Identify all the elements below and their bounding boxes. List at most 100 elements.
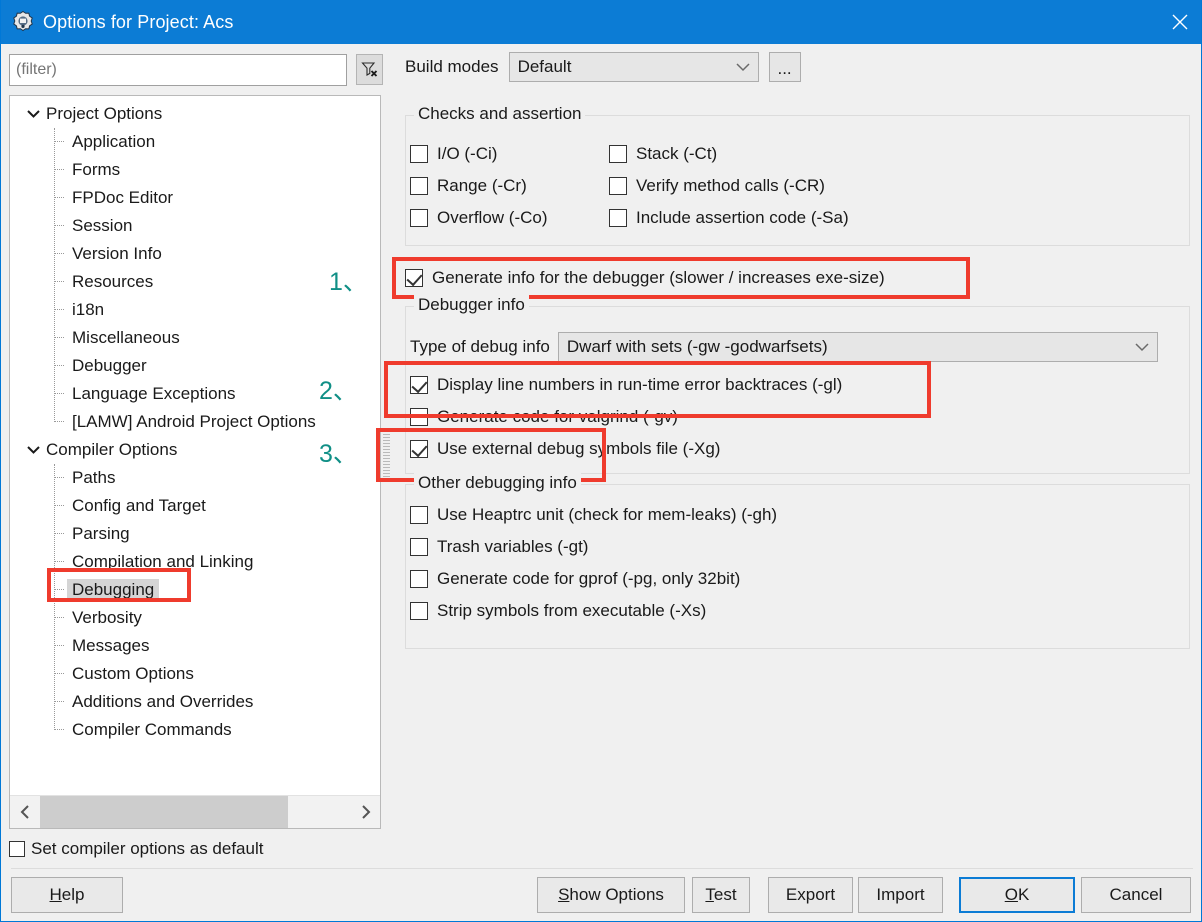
tree-scroll-track[interactable] — [40, 796, 350, 828]
check-verify-method-calls-cr-row[interactable]: Verify method calls (-CR) — [609, 170, 849, 202]
other-use-heaptrc-unit-check-for-mem-leaks-gh-checkbox[interactable] — [410, 506, 428, 524]
check-overflow-co-label: Overflow (-Co) — [437, 208, 548, 228]
sidebar-item-fpdoc-editor[interactable]: FPDoc Editor — [10, 184, 380, 212]
chevron-down-icon[interactable] — [26, 107, 40, 121]
check-include-assertion-code-sa-checkbox[interactable] — [609, 209, 627, 227]
help-button[interactable]: Help — [11, 877, 123, 913]
sidebar-item-label: Miscellaneous — [72, 328, 180, 348]
sidebar-item-label: Compilation and Linking — [72, 552, 253, 572]
tree-horizontal-scrollbar[interactable] — [10, 795, 380, 828]
show-options-accel: S — [558, 885, 569, 904]
dbg-use-external-debug-symbols-file-xg-checkbox[interactable] — [410, 440, 428, 458]
panel-splitter-grip[interactable] — [383, 428, 390, 482]
check-overflow-co-row[interactable]: Overflow (-Co) — [410, 202, 548, 234]
sidebar-item-lamw-android-project-options[interactable]: [LAMW] Android Project Options — [10, 408, 380, 436]
check-stack-ct-checkbox[interactable] — [609, 145, 627, 163]
other-generate-code-for-gprof-pg-only-32bit-checkbox[interactable] — [410, 570, 428, 588]
generate-debug-info-row[interactable]: Generate info for the debugger (slower /… — [405, 262, 885, 294]
check-include-assertion-code-sa-row[interactable]: Include assertion code (-Sa) — [609, 202, 849, 234]
set-compiler-default-label: Set compiler options as default — [31, 839, 263, 859]
other-trash-variables-gt-checkbox[interactable] — [410, 538, 428, 556]
sidebar-item-config-and-target[interactable]: Config and Target — [10, 492, 380, 520]
tree-branch-dash — [54, 169, 64, 170]
sidebar-item-forms[interactable]: Forms — [10, 156, 380, 184]
funnel-clear-icon[interactable] — [356, 54, 383, 85]
sidebar-item-resources[interactable]: Resources — [10, 268, 380, 296]
ok-button[interactable]: OK — [959, 877, 1075, 913]
help-accel: H — [50, 885, 62, 904]
sidebar-item-label: Debugger — [72, 356, 147, 376]
sidebar-item-i18n[interactable]: i18n — [10, 296, 380, 324]
sidebar-item-additions-and-overrides[interactable]: Additions and Overrides — [10, 688, 380, 716]
type-of-debug-info-select[interactable]: Dwarf with sets (-gw -godwarfsets) — [558, 332, 1158, 362]
chevron-right-icon[interactable] — [350, 796, 380, 828]
check-overflow-co-checkbox[interactable] — [410, 209, 428, 227]
build-modes-row: Build modes Default ... — [405, 52, 801, 82]
generate-debug-info-label: Generate info for the debugger (slower /… — [432, 268, 885, 288]
chevron-down-icon — [1135, 337, 1149, 357]
tree-branch-dash — [54, 197, 64, 198]
dbg-display-line-numbers-in-run-time-error-bac-row[interactable]: Display line numbers in run-time error b… — [410, 369, 842, 401]
sidebar-item-compilation-and-linking[interactable]: Compilation and Linking — [10, 548, 380, 576]
annotation-number-2: 2、 — [319, 371, 358, 407]
build-modes-more-button[interactable]: ... — [769, 52, 801, 82]
sidebar-item-verbosity[interactable]: Verbosity — [10, 604, 380, 632]
sidebar-item-version-info[interactable]: Version Info — [10, 240, 380, 268]
filter-input[interactable] — [9, 54, 347, 86]
show-options-label: how Options — [569, 885, 664, 904]
check-include-assertion-code-sa-label: Include assertion code (-Sa) — [636, 208, 849, 228]
generate-debug-info-checkbox[interactable] — [405, 269, 423, 287]
check-verify-method-calls-cr-label: Verify method calls (-CR) — [636, 176, 825, 196]
export-button[interactable]: Export — [768, 877, 853, 913]
other-strip-symbols-from-executable-xs-row[interactable]: Strip symbols from executable (-Xs) — [410, 595, 777, 627]
dbg-generate-code-for-valgrind-gv-row[interactable]: Generate code for valgrind (-gv) — [410, 401, 842, 433]
tree-scroll-thumb[interactable] — [40, 796, 288, 828]
other-use-heaptrc-unit-check-for-mem-leaks-gh-row[interactable]: Use Heaptrc unit (check for mem-leaks) (… — [410, 499, 777, 531]
check-i-o-ci-checkbox[interactable] — [410, 145, 428, 163]
tree-branch-dash — [54, 393, 64, 394]
import-button[interactable]: Import — [858, 877, 943, 913]
close-icon[interactable] — [1157, 0, 1202, 44]
sidebar-item-session[interactable]: Session — [10, 212, 380, 240]
sidebar-item-label: Paths — [72, 468, 115, 488]
test-button[interactable]: Test — [692, 877, 750, 913]
ok-accel: O — [1005, 885, 1018, 904]
tree-group-project-options[interactable]: Project Options — [10, 100, 380, 128]
title-bar: Options for Project: Acs — [1, 0, 1202, 44]
other-strip-symbols-from-executable-xs-checkbox[interactable] — [410, 602, 428, 620]
sidebar-item-custom-options[interactable]: Custom Options — [10, 660, 380, 688]
sidebar-item-miscellaneous[interactable]: Miscellaneous — [10, 324, 380, 352]
sidebar-item-label: Parsing — [72, 524, 130, 544]
tree-children: Paths Config and Target Parsing Compilation… — [10, 464, 380, 744]
other-generate-code-for-gprof-pg-only-32bit-row[interactable]: Generate code for gprof (-pg, only 32bit… — [410, 563, 777, 595]
set-compiler-default-row[interactable]: Set compiler options as default — [9, 836, 509, 862]
chevron-left-icon[interactable] — [10, 796, 40, 828]
sidebar-item-debugging[interactable]: Debugging — [10, 576, 380, 604]
lazarus-logo-icon — [11, 10, 35, 34]
build-modes-select[interactable]: Default — [509, 52, 759, 82]
sidebar-item-application[interactable]: Application — [10, 128, 380, 156]
other-trash-variables-gt-row[interactable]: Trash variables (-gt) — [410, 531, 777, 563]
set-compiler-default-checkbox[interactable] — [9, 841, 25, 857]
check-i-o-ci-row[interactable]: I/O (-Ci) — [410, 138, 548, 170]
dbg-display-line-numbers-in-run-time-error-bac-checkbox[interactable] — [410, 376, 428, 394]
sidebar-item-parsing[interactable]: Parsing — [10, 520, 380, 548]
check-stack-ct-row[interactable]: Stack (-Ct) — [609, 138, 849, 170]
build-modes-value: Default — [518, 57, 572, 77]
tree-branch-dash — [54, 141, 64, 142]
options-dialog: Options for Project: Acs Project Options… — [0, 0, 1202, 922]
checks-group-title: Checks and assertion — [414, 104, 585, 124]
tree-branch-dash — [54, 477, 64, 478]
dbg-use-external-debug-symbols-file-xg-row[interactable]: Use external debug symbols file (-Xg) — [410, 433, 842, 465]
sidebar-item-label: [LAMW] Android Project Options — [72, 412, 316, 432]
dbg-generate-code-for-valgrind-gv-checkbox[interactable] — [410, 408, 428, 426]
check-verify-method-calls-cr-checkbox[interactable] — [609, 177, 627, 195]
chevron-down-icon[interactable] — [26, 443, 40, 457]
sidebar-item-messages[interactable]: Messages — [10, 632, 380, 660]
sidebar-item-compiler-commands[interactable]: Compiler Commands — [10, 716, 380, 744]
sidebar-item-label: Messages — [72, 636, 149, 656]
cancel-button[interactable]: Cancel — [1081, 877, 1191, 913]
check-range-cr-checkbox[interactable] — [410, 177, 428, 195]
show-options-button[interactable]: Show Options — [537, 877, 685, 913]
check-range-cr-row[interactable]: Range (-Cr) — [410, 170, 548, 202]
